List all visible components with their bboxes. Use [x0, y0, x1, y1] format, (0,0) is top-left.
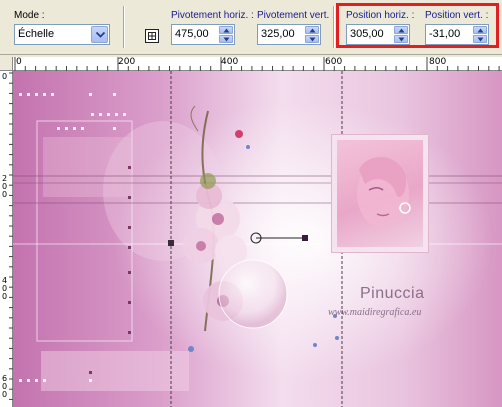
mode-dropdown[interactable]: Échelle — [14, 24, 110, 45]
ruler-left[interactable]: 0 2 0 0 4 0 0 6 0 0 — [0, 71, 13, 407]
pivot-h-input[interactable]: 475,00 — [171, 24, 235, 45]
pivot-h-label: Pivotement horiz. : — [171, 10, 254, 21]
pivot-h-spinner[interactable] — [219, 26, 233, 43]
ruler-label: 800 — [429, 57, 447, 67]
bead — [188, 346, 194, 352]
toolbar-separator — [123, 6, 125, 48]
watermark-name: Pinuccia — [360, 285, 425, 302]
chevron-down-icon[interactable] — [91, 26, 108, 43]
spin-down-icon[interactable] — [305, 35, 319, 43]
mode-value: Échelle — [18, 28, 55, 40]
spin-up-icon[interactable] — [219, 26, 233, 34]
ruler-label: 400 — [221, 57, 239, 67]
pivot-v-value: 325,00 — [261, 28, 295, 40]
artwork — [13, 71, 502, 407]
pivot-handle — [302, 235, 308, 241]
ruler-top[interactable]: 0 200 400 600 800 — [13, 57, 502, 71]
selection-handle — [168, 240, 174, 246]
highlight-box — [336, 3, 499, 48]
pivot-target-icon[interactable] — [143, 27, 161, 45]
woman-portrait — [357, 156, 411, 228]
bead — [246, 145, 250, 149]
ruler-label: 600 — [325, 57, 343, 67]
ruler-label: 4 0 0 — [2, 276, 8, 301]
watermark-url: www.maidiregrafica.eu — [328, 307, 422, 318]
ruler-label: 0 — [2, 72, 8, 81]
pivot-h-value: 475,00 — [175, 28, 209, 40]
spin-up-icon[interactable] — [305, 26, 319, 34]
mode-label: Mode : — [14, 10, 45, 21]
glass-sphere — [218, 259, 288, 329]
pivot-v-spinner[interactable] — [305, 26, 319, 43]
ruler-label: 0 — [16, 57, 22, 67]
bead — [235, 130, 243, 138]
pivot-h-group: Pivotement horiz. : 475,00 — [171, 10, 254, 45]
toolbar-separator — [333, 6, 335, 48]
ruler-label: 200 — [118, 57, 136, 67]
pivot-v-group: Pivotement vert. : 325,00 — [257, 10, 335, 45]
bead — [313, 343, 317, 347]
spin-down-icon[interactable] — [219, 35, 233, 43]
pivot-v-input[interactable]: 325,00 — [257, 24, 321, 45]
pivot-v-label: Pivotement vert. : — [257, 10, 335, 21]
ruler-corner — [0, 57, 13, 71]
mode-group: Mode : Échelle — [14, 10, 110, 45]
bead — [335, 336, 339, 340]
image-canvas[interactable]: Pinuccia www.maidiregrafica.eu — [13, 71, 502, 407]
toolbar: Mode : Échelle Pivotement horiz. : 475,0… — [0, 0, 502, 55]
portrait-panel — [332, 135, 428, 252]
ruler-label: 2 0 0 — [2, 174, 8, 199]
ruler-label: 6 0 0 — [2, 374, 8, 399]
